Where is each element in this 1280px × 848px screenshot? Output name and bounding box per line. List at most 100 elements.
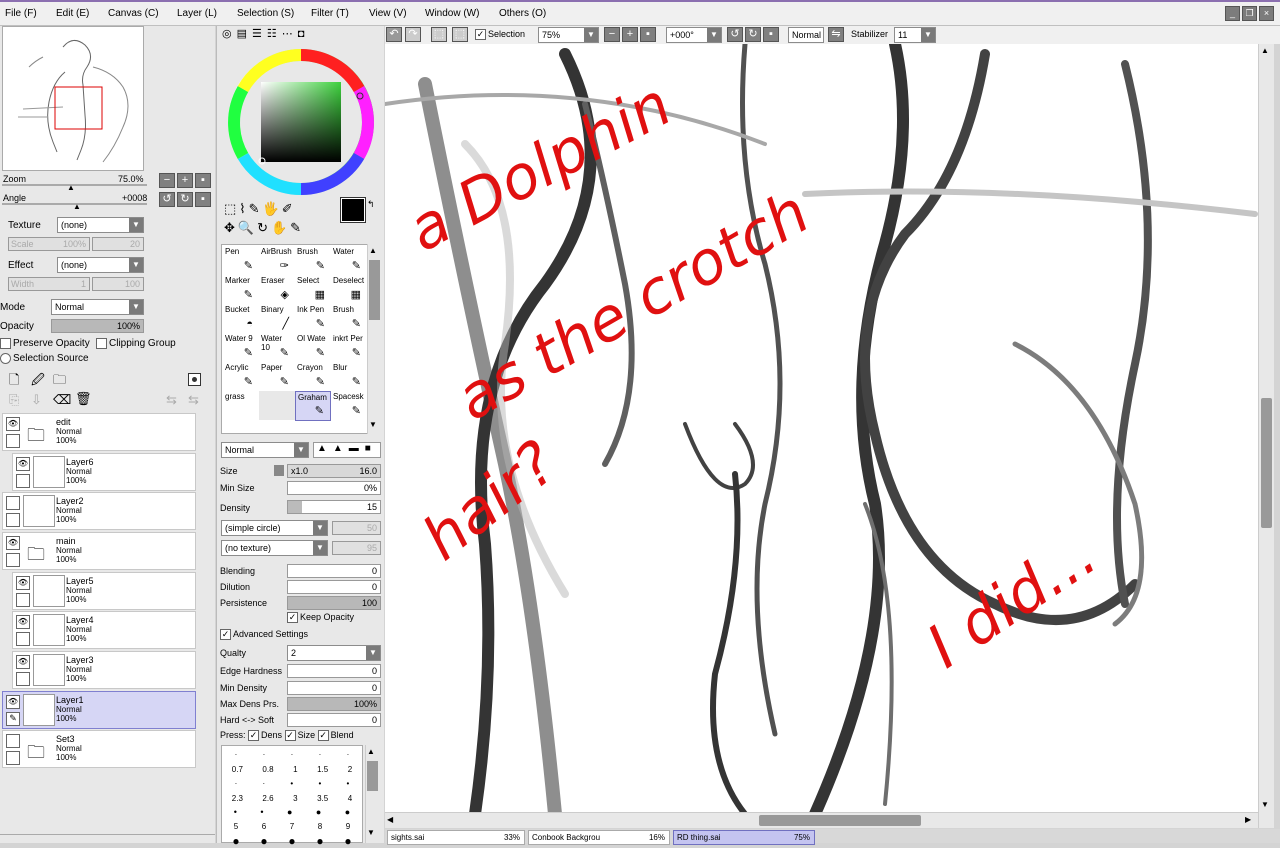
scroll-thumb[interactable] xyxy=(1261,398,1272,528)
lock-icon[interactable] xyxy=(16,672,30,686)
layer-row-layer6[interactable]: 👁 Layer6 Normal 100% xyxy=(12,453,196,491)
primary-color-swatch[interactable] xyxy=(340,197,366,223)
scroll-down-icon[interactable]: ▼ xyxy=(367,828,375,837)
lock-icon[interactable] xyxy=(16,632,30,646)
scroll-thumb[interactable] xyxy=(367,761,378,791)
persistence-slider[interactable]: 100 xyxy=(287,596,381,610)
size-decrease-button[interactable] xyxy=(274,465,284,476)
layer-mask-icon[interactable] xyxy=(188,373,201,386)
size-preset[interactable]: 9 xyxy=(346,822,350,831)
zoom-slider-thumb[interactable]: ▲ xyxy=(67,183,75,192)
size-preset[interactable]: 2.3 xyxy=(232,794,243,803)
color-mode-tabs[interactable]: ◎▤☰☷⋯◘ xyxy=(222,27,309,40)
flip-button[interactable]: ⇋ xyxy=(828,27,844,42)
close-icon[interactable]: × xyxy=(1259,6,1274,21)
tool-paper[interactable]: Paper ✎ xyxy=(259,362,295,391)
quality-select[interactable]: 2 ▼ xyxy=(287,645,381,661)
brush-shape-select[interactable]: (simple circle) ▼ xyxy=(221,520,328,536)
size-preset[interactable]: 3 xyxy=(293,794,297,803)
selection-source-checkbox[interactable]: Selection Source xyxy=(0,353,89,364)
swap-colors-icon[interactable]: ↰ xyxy=(367,199,375,210)
advanced-settings-checkbox[interactable]: ✓ Advanced Settings xyxy=(220,629,308,641)
view-tools[interactable]: ✥🔍↻✋✎ xyxy=(224,220,304,236)
lock-icon[interactable] xyxy=(6,553,20,567)
hard-soft-slider[interactable]: 0 xyxy=(287,713,381,727)
edge-hardness-slider[interactable]: 0 xyxy=(287,664,381,678)
new-layer-icon[interactable]: 🗋 xyxy=(9,371,19,393)
new-linework-layer-icon[interactable]: 🖉 xyxy=(31,371,45,393)
size-preset[interactable]: 8 xyxy=(318,822,322,831)
checkmark-icon[interactable]: ✓ xyxy=(248,730,260,742)
size-preset[interactable]: 7 xyxy=(290,822,294,831)
tool-ol-water[interactable]: Ol Wate ✎ xyxy=(295,333,331,362)
brush-texture-select[interactable]: (no texture) ▼ xyxy=(221,540,328,556)
scroll-left-icon[interactable]: ◀ xyxy=(387,815,393,824)
scroll-down-icon[interactable]: ▼ xyxy=(1261,800,1269,809)
tool-water[interactable]: Water ✎ xyxy=(331,246,367,275)
restore-icon[interactable]: ❐ xyxy=(1242,6,1257,21)
menu-file[interactable]: File (F) xyxy=(5,8,37,19)
color-wheel[interactable] xyxy=(225,46,377,198)
menu-selection[interactable]: Selection (S) xyxy=(237,8,294,19)
transfer-icon[interactable]: ⇆ xyxy=(166,392,177,408)
max-dens-slider[interactable]: 100% xyxy=(287,697,381,711)
eye-icon[interactable]: 👁 xyxy=(16,457,30,471)
checkmark-icon[interactable]: ✓ xyxy=(317,730,329,742)
zoom-in-button[interactable]: + xyxy=(177,173,193,188)
zoom-reset-button[interactable]: ▪ xyxy=(640,27,656,42)
view-mode-select[interactable]: Normal xyxy=(788,27,824,43)
menu-edit[interactable]: Edit (E) xyxy=(56,8,89,19)
presets-scrollbar[interactable]: ▲ ▼ xyxy=(365,745,379,843)
zoom-out-button[interactable]: − xyxy=(159,173,175,188)
canvas-hscrollbar[interactable]: ◀ ▶ xyxy=(385,812,1258,828)
size-preset[interactable]: 0.7 xyxy=(232,765,243,774)
size-row-2[interactable]: 2.3 2.6 3 3.5 4 xyxy=(222,794,362,803)
tool-bucket[interactable]: Bucket ◓ xyxy=(223,304,259,333)
drawing-canvas[interactable]: a Dolphin as the crotch hair? I did... xyxy=(385,44,1258,812)
tool-inkrt-pen[interactable]: inkrt Per ✎ xyxy=(331,333,367,362)
lock-icon[interactable] xyxy=(6,513,20,527)
zoom-out-button[interactable]: − xyxy=(604,27,620,42)
redo-button[interactable]: ↷ xyxy=(405,27,421,42)
checkmark-icon[interactable]: ✓ xyxy=(284,730,296,742)
tool-deselect[interactable]: Deselect ▦ xyxy=(331,275,367,304)
layer-hscrollbar[interactable] xyxy=(0,834,215,843)
scroll-down-icon[interactable]: ▼ xyxy=(369,420,377,429)
eye-icon[interactable]: 👁 xyxy=(6,417,20,431)
tool-airbrush[interactable]: AirBrush ✑ xyxy=(259,246,295,275)
blend-mode-select[interactable]: Normal ▼ xyxy=(51,299,144,315)
density-slider[interactable]: 15 xyxy=(287,500,381,514)
layer-row-edit[interactable]: 👁 🗀 edit Normal 100% xyxy=(2,413,196,451)
menu-filter[interactable]: Filter (T) xyxy=(311,8,349,19)
tool-ink-pen[interactable]: Ink Pen ✎ xyxy=(295,304,331,333)
rotate-right-button[interactable]: ↻ xyxy=(177,192,193,207)
eye-icon[interactable]: 👁 xyxy=(16,655,30,669)
tool-empty-slot[interactable] xyxy=(259,391,295,420)
delete-layer-icon[interactable]: 🗑 xyxy=(75,391,92,407)
size-preset[interactable]: 6 xyxy=(262,822,266,831)
rotate-left-button[interactable]: ↺ xyxy=(159,192,175,207)
size-preset[interactable]: 2 xyxy=(348,765,352,774)
size-preset[interactable]: 1 xyxy=(293,765,297,774)
lock-icon[interactable] xyxy=(16,474,30,488)
tool-marker[interactable]: Marker ✎ xyxy=(223,275,259,304)
scroll-right-icon[interactable]: ▶ xyxy=(1245,815,1251,824)
scroll-thumb[interactable] xyxy=(369,260,380,320)
angle-select[interactable]: +000° ▼ xyxy=(666,27,722,43)
size-preset[interactable]: 1.5 xyxy=(317,765,328,774)
tool-grid-scrollbar[interactable]: ▲ ▼ xyxy=(367,244,381,434)
copy-layer-icon[interactable]: ⎘ xyxy=(9,392,19,408)
selection-checkbox[interactable]: ✓ Selection xyxy=(475,28,525,43)
layer-row-set3[interactable]: 🗀 Set3 Normal 100% xyxy=(2,730,196,768)
size-row-1[interactable]: 0.7 0.8 1 1.5 2 xyxy=(222,765,362,774)
effect-select[interactable]: (none) ▼ xyxy=(57,257,144,273)
scroll-up-icon[interactable]: ▲ xyxy=(369,246,377,255)
clipping-group-checkbox[interactable]: Clipping Group xyxy=(96,338,176,349)
eye-icon[interactable] xyxy=(6,734,20,748)
layer-row-layer4[interactable]: 👁 Layer4 Normal 100% xyxy=(12,611,196,649)
size-preset[interactable]: 5 xyxy=(234,822,238,831)
canvas-vscrollbar[interactable]: ▲ ▼ xyxy=(1258,44,1274,828)
brush-shape-buttons[interactable]: ▲▲▬■ xyxy=(313,442,381,458)
scroll-up-icon[interactable]: ▲ xyxy=(1261,46,1269,55)
scroll-up-icon[interactable]: ▲ xyxy=(367,747,375,756)
